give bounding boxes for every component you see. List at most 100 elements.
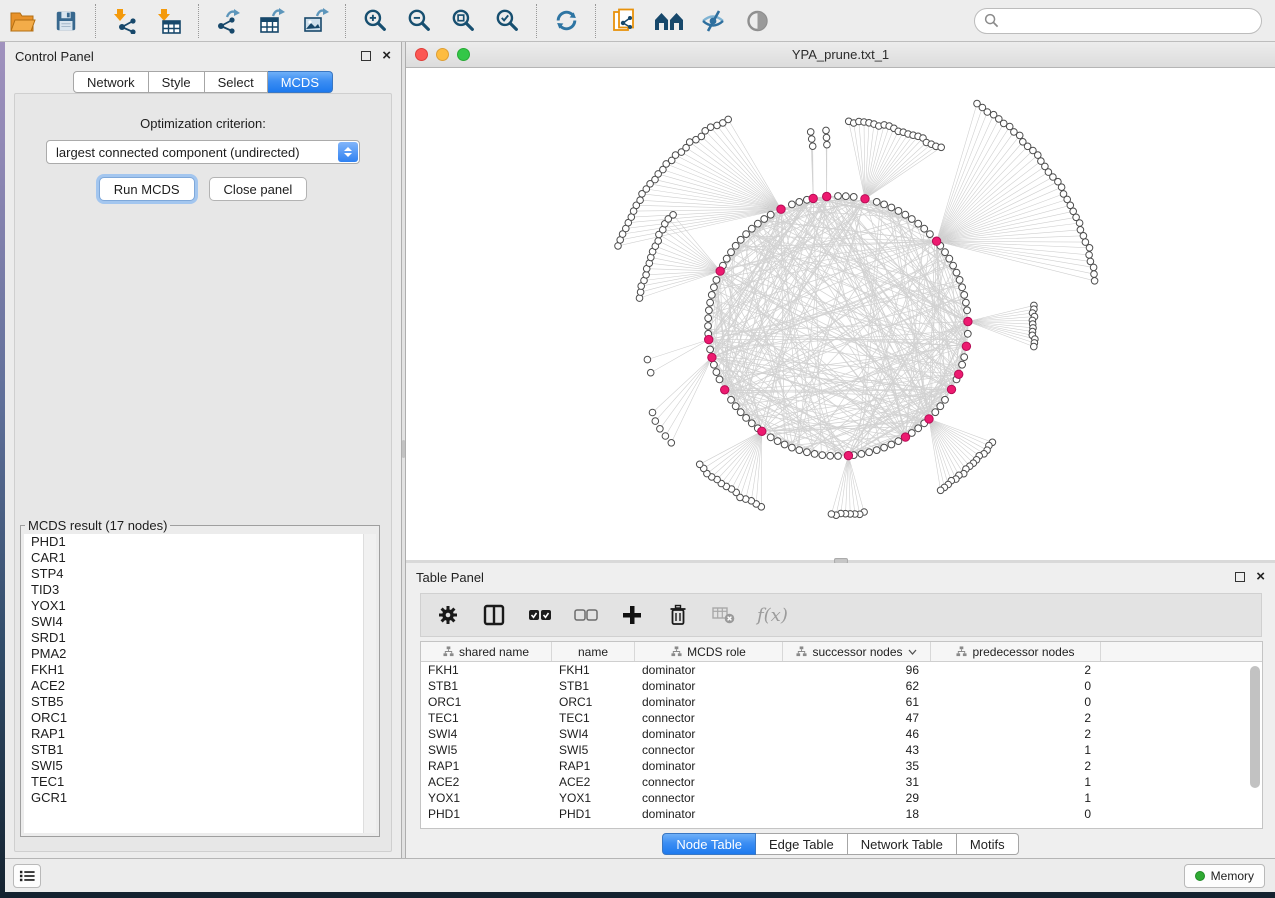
search-input[interactable] [1005,13,1252,28]
search-box [974,8,1262,34]
zoom-in-icon[interactable] [359,5,391,37]
table-row[interactable]: RAP1RAP1dominator352 [421,758,1262,774]
splitter-grip[interactable] [402,440,405,458]
column-header-filler [1101,642,1262,661]
table-row[interactable]: FKH1FKH1dominator962 [421,662,1262,678]
network-titlebar[interactable]: YPA_prune.txt_1 [406,42,1275,68]
mcds-result-item[interactable]: SWI4 [24,614,376,630]
open-file-icon[interactable] [6,5,38,37]
mcds-result-item[interactable]: TEC1 [24,774,376,790]
result-scrollbar[interactable] [363,534,376,833]
add-column-icon[interactable] [619,602,645,628]
mcds-result-groupbox: MCDS result (17 nodes) PHD1CAR1STP4TID3Y… [20,518,380,837]
mcds-result-item[interactable]: STB5 [24,694,376,710]
tab-network[interactable]: Network [73,71,149,93]
column-header-predecessor-nodes[interactable]: predecessor nodes [931,642,1101,661]
optimization-criterion-label: Optimization criterion: [15,116,391,131]
main-toolbar [0,0,1275,42]
first-neighbors-icon[interactable] [653,5,685,37]
show-columns-icon[interactable] [481,602,507,628]
optimization-criterion-select[interactable]: largest connected component (undirected) [46,140,360,164]
mcds-result-item[interactable]: YOX1 [24,598,376,614]
table-row[interactable]: ACE2ACE2connector311 [421,774,1262,790]
table-row[interactable]: TEC1TEC1connector472 [421,710,1262,726]
deselect-all-columns-icon[interactable] [573,602,599,628]
export-table-icon[interactable] [256,5,288,37]
network-window: YPA_prune.txt_1 [406,42,1275,560]
mcds-result-item[interactable]: SWI5 [24,758,376,774]
table-settings-gear-icon[interactable] [435,602,461,628]
float-table-panel-icon[interactable] [1235,572,1245,582]
column-header-successor-nodes[interactable]: successor nodes [783,642,931,661]
table-row[interactable]: SWI4SWI4dominator462 [421,726,1262,742]
show-all-icon[interactable] [741,5,773,37]
column-header-name[interactable]: name [552,642,635,661]
mcds-result-item[interactable]: STB1 [24,742,376,758]
delete-column-icon[interactable] [665,602,691,628]
float-panel-icon[interactable] [361,51,371,61]
tab-mcds[interactable]: MCDS [268,71,333,93]
toolbar-separator [95,4,96,38]
tab-network-table[interactable]: Network Table [848,833,957,855]
mcds-result-item[interactable]: ORC1 [24,710,376,726]
table-scrollbar[interactable] [1250,666,1260,826]
tab-node-table[interactable]: Node Table [662,833,756,855]
mcds-result-item[interactable]: ACE2 [24,678,376,694]
table-row[interactable]: PHD1PHD1dominator180 [421,806,1262,822]
tab-motifs[interactable]: Motifs [957,833,1019,855]
task-history-button[interactable] [13,864,41,888]
export-network-icon[interactable] [212,5,244,37]
table-panel: Table Panel × f(x) [406,563,1275,858]
column-header-mcds-role[interactable]: MCDS role [635,642,783,661]
tab-edge-table[interactable]: Edge Table [756,833,848,855]
network-graph[interactable] [406,68,1275,560]
close-panel-button[interactable]: Close panel [209,177,308,201]
mcds-result-item[interactable]: TID3 [24,582,376,598]
mcds-result-item[interactable]: FKH1 [24,662,376,678]
mcds-result-item[interactable]: GCR1 [24,790,376,806]
mcds-result-item[interactable]: RAP1 [24,726,376,742]
mcds-result-item[interactable]: PMA2 [24,646,376,662]
select-all-columns-icon[interactable] [527,602,553,628]
zoom-selected-icon[interactable] [491,5,523,37]
save-session-icon[interactable] [50,5,82,37]
import-table-icon[interactable] [153,5,185,37]
optimization-criterion-value: largest connected component (undirected) [56,145,300,160]
memory-button[interactable]: Memory [1184,864,1265,888]
run-mcds-button[interactable]: Run MCDS [99,177,195,201]
toolbar-separator [536,4,537,38]
new-network-from-selection-icon[interactable] [609,5,641,37]
table-row[interactable]: YOX1YOX1connector291 [421,790,1262,806]
search-icon [984,13,999,28]
table-row[interactable]: SWI5SWI5connector431 [421,742,1262,758]
control-panel-title: Control Panel [15,49,94,64]
toolbar-separator [595,4,596,38]
import-network-icon[interactable] [109,5,141,37]
mcds-result-item[interactable]: PHD1 [24,534,376,550]
column-header-shared-name[interactable]: shared name [421,642,552,661]
refresh-icon[interactable] [550,5,582,37]
table-scrollbar-thumb[interactable] [1250,666,1260,788]
node-table: shared name name MCDS role successor nod… [420,641,1263,829]
close-panel-icon[interactable]: × [382,51,391,61]
toolbar-separator [345,4,346,38]
status-bar: Memory [5,858,1275,892]
select-stepper-icon [338,142,358,162]
mcds-result-item[interactable]: STP4 [24,566,376,582]
task-list-icon [19,869,36,883]
mcds-result-title: MCDS result (17 nodes) [25,518,170,533]
close-table-panel-icon[interactable]: × [1256,572,1265,582]
hide-selected-icon[interactable] [697,5,729,37]
memory-status-icon [1195,871,1205,881]
toolbar-separator [198,4,199,38]
tab-style[interactable]: Style [149,71,205,93]
mcds-result-item[interactable]: SRD1 [24,630,376,646]
zoom-fit-icon[interactable] [447,5,479,37]
table-panel-title: Table Panel [416,570,484,585]
tab-select[interactable]: Select [205,71,268,93]
table-row[interactable]: STB1STB1dominator620 [421,678,1262,694]
mcds-result-item[interactable]: CAR1 [24,550,376,566]
export-image-icon[interactable] [300,5,332,37]
table-row[interactable]: ORC1ORC1dominator610 [421,694,1262,710]
zoom-out-icon[interactable] [403,5,435,37]
